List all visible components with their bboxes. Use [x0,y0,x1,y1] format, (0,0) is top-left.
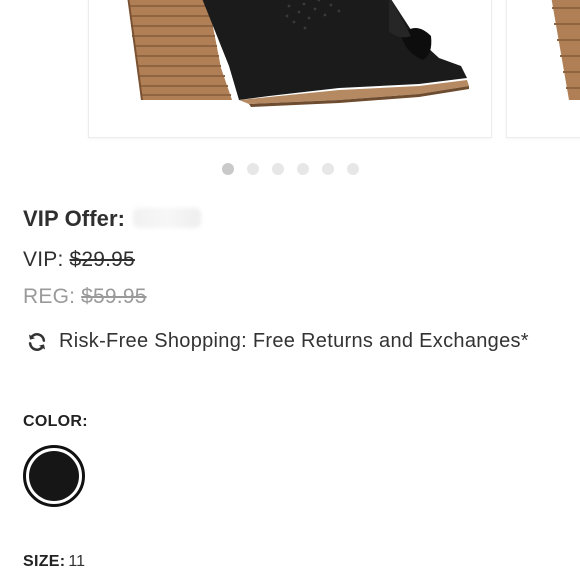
vip-offer-label: VIP Offer: [23,206,126,231]
carousel-slide-next[interactable] [506,0,580,138]
size-value: 11 [68,553,85,570]
refresh-icon [28,332,46,351]
product-image-carousel[interactable] [0,0,580,150]
color-swatch-fill [29,451,79,501]
size-label: SIZE: [23,553,66,570]
carousel-dot-1[interactable] [222,163,234,175]
vip-offer-heading: VIP Offer: [23,206,202,232]
regular-price: $59.95 [81,285,147,308]
vip-offer-blurred-value [133,208,202,228]
carousel-slide-current[interactable] [88,0,492,138]
vip-price-row: VIP: $29.95 [23,248,135,272]
carousel-dot-5[interactable] [322,163,334,175]
carousel-dot-4[interactable] [297,163,309,175]
risk-free-shopping-notice[interactable]: Risk-Free Shopping: Free Returns and Exc… [26,330,529,353]
risk-free-text: Risk-Free Shopping: Free Returns and Exc… [59,330,529,352]
carousel-dot-3[interactable] [272,163,284,175]
vip-price: $29.95 [69,248,135,271]
product-image[interactable] [89,0,493,138]
carousel-dot-2[interactable] [247,163,259,175]
color-label: COLOR: [23,413,88,430]
next-product-image[interactable] [507,0,580,138]
size-row: SIZE: 11 [23,553,85,571]
color-swatch-black[interactable] [23,445,85,507]
product-detail-page: VIP Offer: VIP: $29.95 REG: $59.95 Risk-Fr… [0,0,580,580]
regular-price-row: REG: $59.95 [23,285,147,309]
regular-price-label: REG: [23,285,76,308]
vip-price-label: VIP: [23,248,64,271]
carousel-pagination [222,163,359,175]
carousel-dot-6[interactable] [347,163,359,175]
